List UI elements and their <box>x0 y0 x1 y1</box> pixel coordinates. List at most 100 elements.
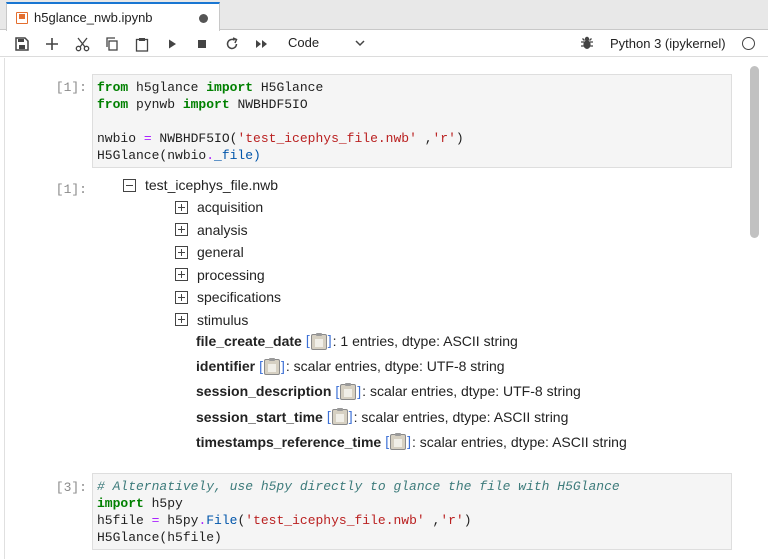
tree-root-label: test_icephys_file.nwb <box>145 177 279 193</box>
code-token: import <box>97 496 144 511</box>
attribute-name: identifier <box>196 358 256 375</box>
tree-attribute-row: file_create_date[]: 1 entries, dtype: AS… <box>196 331 518 351</box>
tree-attribute-row: timestamps_reference_time[]: scalar entr… <box>196 432 627 452</box>
tree-attribute-row: session_description[]: scalar entries, d… <box>196 381 581 401</box>
code-line: from h5glance import H5Glance <box>97 79 727 96</box>
notebook-tab[interactable]: h5glance_nwb.ipynb <box>6 2 220 31</box>
run-icon <box>169 39 176 49</box>
kernel-name[interactable]: Python 3 (ipykernel) <box>610 36 726 51</box>
code-token: NWBHDF5IO <box>229 97 308 112</box>
cell-collapser-rule <box>4 58 5 559</box>
attribute-description: : scalar entries, dtype: ASCII string <box>353 408 569 425</box>
add-cell-button[interactable] <box>42 34 62 54</box>
code-token: File <box>206 513 238 528</box>
output-prompt: [1]: <box>55 182 87 197</box>
copy-path-button[interactable]: [] <box>385 433 411 451</box>
scrollbar[interactable] <box>750 66 759 238</box>
tree-group-analysis[interactable]: analysis <box>175 221 248 239</box>
code-token: h5py <box>143 496 183 511</box>
copy-path-button[interactable]: [] <box>306 332 332 350</box>
code-line: from pynwb import NWBHDF5IO <box>97 96 727 113</box>
tree-group-specifications[interactable]: specifications <box>175 288 281 306</box>
expand-icon[interactable] <box>175 223 188 236</box>
clipboard-icon[interactable] <box>340 383 357 401</box>
notebook-icon <box>16 12 28 24</box>
code-token: 'test_icephys_file.nwb' <box>245 513 425 528</box>
expand-icon[interactable] <box>175 268 188 281</box>
code-token: = <box>143 131 152 146</box>
tab-bar: h5glance_nwb.ipynb <box>0 0 768 31</box>
code-token: h5file <box>97 513 152 528</box>
expand-icon[interactable] <box>175 245 188 259</box>
code-token: # Alternatively, use h5py directly to gl… <box>97 479 620 494</box>
paste-button[interactable] <box>132 34 152 54</box>
tree-group-label: acquisition <box>197 199 264 215</box>
save-button[interactable] <box>12 34 32 54</box>
code-cell-input[interactable]: # Alternatively, use h5py directly to gl… <box>92 473 732 550</box>
attribute-name: session_start_time <box>196 408 323 425</box>
cell-type-select[interactable]: Code <box>288 35 319 50</box>
code-token: H5Glance <box>253 80 324 95</box>
attribute-name: timestamps_reference_time <box>196 433 382 450</box>
unsaved-dot-icon[interactable] <box>199 14 208 23</box>
copy-path-button[interactable]: [] <box>259 358 285 375</box>
input-prompt: [1]: <box>55 80 87 95</box>
tree-group-acquisition[interactable]: acquisition <box>175 198 263 216</box>
code-token: , <box>416 131 433 146</box>
copy-path-button[interactable]: [] <box>335 383 361 401</box>
tree-root[interactable]: test_icephys_file.nwb <box>123 176 278 194</box>
code-line: # Alternatively, use h5py directly to gl… <box>97 478 727 495</box>
code-token: ) <box>463 513 472 528</box>
tree-group-processing[interactable]: processing <box>175 266 265 284</box>
tree-group-stimulus[interactable]: stimulus <box>175 311 248 329</box>
attribute-name: session_description <box>196 383 332 400</box>
code-token: h5py <box>159 513 199 528</box>
clipboard-icon[interactable] <box>331 408 348 426</box>
copy-icon <box>106 37 118 51</box>
kernel-status-icon <box>742 37 755 50</box>
run-all-button[interactable] <box>252 34 272 54</box>
tree-group-general[interactable]: general <box>175 243 244 261</box>
paste-icon <box>135 37 149 52</box>
code-token: 'test_icephys_file.nwb' <box>237 131 417 146</box>
code-token: ) <box>455 131 464 146</box>
restart-icon <box>226 37 238 50</box>
tab-title: h5glance_nwb.ipynb <box>34 10 153 25</box>
collapse-icon[interactable] <box>123 178 136 192</box>
code-line: H5Glance(h5file) <box>97 529 727 546</box>
code-token: _file) <box>214 148 261 163</box>
code-token: h5glance <box>128 80 207 95</box>
clipboard-icon[interactable] <box>310 332 327 350</box>
attribute-description: : scalar entries, dtype: UTF-8 string <box>285 358 505 375</box>
chevron-down-icon[interactable] <box>354 37 366 49</box>
restart-button[interactable] <box>222 34 242 54</box>
tree-group-label: analysis <box>197 221 248 238</box>
copy-path-button[interactable]: [] <box>327 408 353 426</box>
expand-icon[interactable] <box>175 313 188 326</box>
fast-forward-icon <box>256 40 267 48</box>
code-token: , <box>424 513 441 528</box>
tree-group-label: processing <box>197 266 265 283</box>
code-token: from <box>97 97 129 112</box>
cut-icon <box>75 37 89 51</box>
clipboard-icon[interactable] <box>390 433 407 451</box>
copy-button[interactable] <box>102 34 122 54</box>
code-token: nwbio <box>97 131 144 146</box>
tree-attribute-row: identifier[]: scalar entries, dtype: UTF… <box>196 356 505 376</box>
cut-button[interactable] <box>72 34 92 54</box>
code-line: H5Glance(nwbio._file) <box>97 147 727 164</box>
code-token: . <box>206 148 215 163</box>
tree-attribute-row: session_start_time[]: scalar entries, dt… <box>196 407 568 427</box>
clipboard-icon[interactable] <box>264 357 281 375</box>
stop-button[interactable] <box>192 34 212 54</box>
expand-icon[interactable] <box>175 200 188 214</box>
attribute-description: : scalar entries, dtype: UTF-8 string <box>362 383 581 400</box>
debugger-icon[interactable] <box>579 35 595 51</box>
expand-icon[interactable] <box>175 290 188 304</box>
code-cell-input[interactable]: from h5glance import H5Glance from pynwb … <box>92 74 732 168</box>
code-token: 'r' <box>432 131 456 146</box>
code-token: 'r' <box>440 513 464 528</box>
run-button[interactable] <box>162 34 182 54</box>
add-icon <box>46 38 58 50</box>
input-prompt: [3]: <box>55 480 87 495</box>
